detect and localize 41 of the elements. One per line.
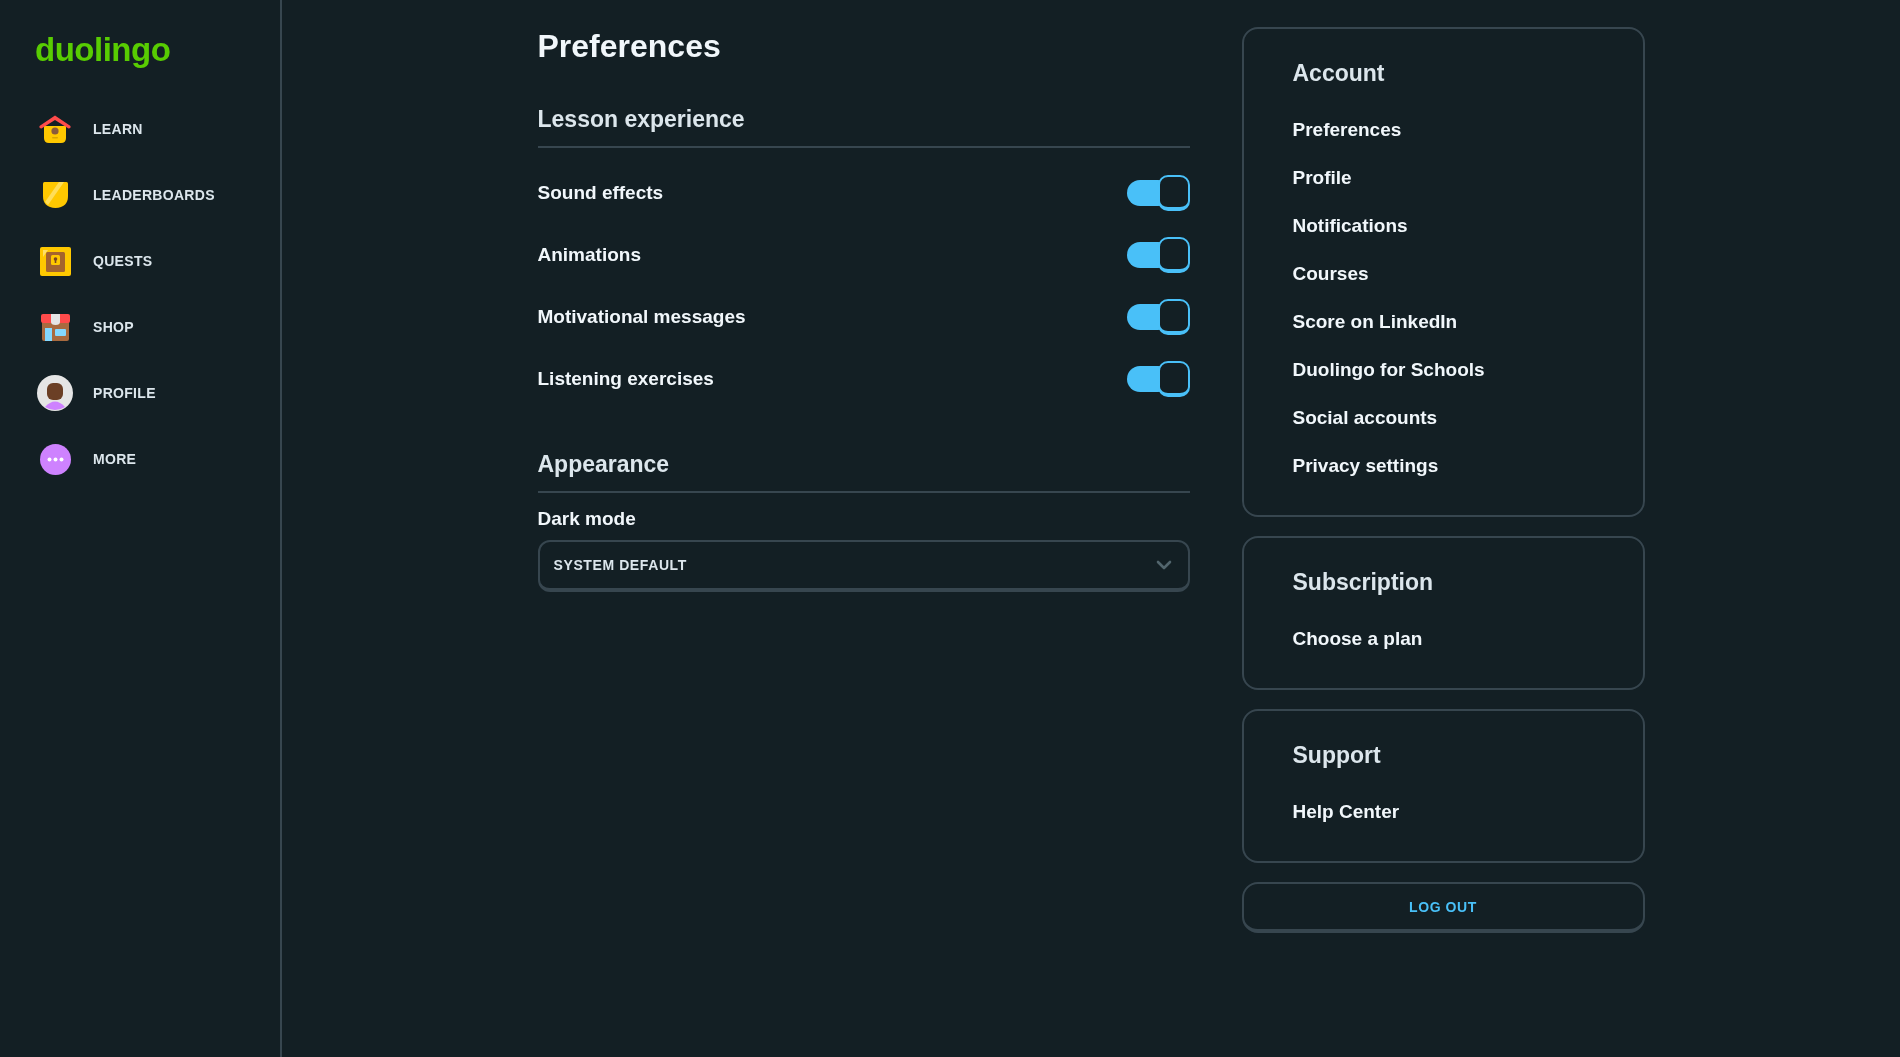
shield-icon: [42, 182, 68, 208]
setting-label: Sound effects: [537, 181, 664, 205]
settings-link[interactable]: Choose a plan: [1292, 627, 1423, 651]
house-icon: [39, 115, 71, 143]
avatar-icon: [37, 375, 73, 411]
settings-link[interactable]: Score on LinkedIn: [1292, 310, 1458, 334]
toggle-switch[interactable]: [1126, 299, 1190, 335]
sidebar-item[interactable]: PROFILE: [20, 367, 260, 419]
toggle-switch[interactable]: [1126, 175, 1190, 211]
setting-label: Listening exercises: [537, 367, 714, 391]
section-heading: Lesson experience: [537, 105, 746, 133]
chest-icon: [39, 246, 71, 276]
settings-link[interactable]: Courses: [1292, 262, 1369, 286]
settings-link[interactable]: Privacy settings: [1292, 454, 1439, 478]
settings-link[interactable]: Duolingo for Schools: [1292, 358, 1485, 382]
page-title: Preferences: [537, 27, 722, 65]
more-icon: [39, 443, 71, 475]
settings-link[interactable]: Preferences: [1292, 118, 1402, 142]
card-heading: Subscription: [1292, 568, 1435, 596]
sidebar-item[interactable]: QUESTS: [20, 235, 260, 287]
card-heading: Account: [1292, 59, 1386, 87]
logo[interactable]: duolingo: [35, 30, 171, 70]
chevron-down-icon: [1155, 560, 1172, 570]
sidebar-item[interactable]: LEARN: [20, 103, 260, 155]
card-heading: Support: [1292, 741, 1382, 769]
dropdown[interactable]: SYSTEM DEFAULT: [537, 540, 1190, 592]
setting-label: Animations: [537, 243, 641, 267]
settings-link[interactable]: Profile: [1292, 166, 1352, 190]
settings-link[interactable]: Social accounts: [1292, 406, 1438, 430]
section-heading: Appearance: [537, 450, 671, 478]
setting-label: Motivational messages: [537, 305, 746, 329]
logout-button[interactable]: LOG OUT: [1241, 882, 1645, 933]
sidebar-item[interactable]: SHOP: [20, 301, 260, 353]
toggle-switch[interactable]: [1126, 237, 1190, 273]
shop-icon: [40, 313, 70, 341]
field-label: Dark mode: [537, 507, 637, 531]
settings-link[interactable]: Notifications: [1292, 214, 1408, 238]
settings-link[interactable]: Help Center: [1292, 800, 1400, 824]
sidebar-item[interactable]: LEADERBOARDS: [20, 169, 260, 221]
toggle-switch[interactable]: [1126, 361, 1190, 397]
sidebar-item[interactable]: MORE: [20, 433, 260, 485]
